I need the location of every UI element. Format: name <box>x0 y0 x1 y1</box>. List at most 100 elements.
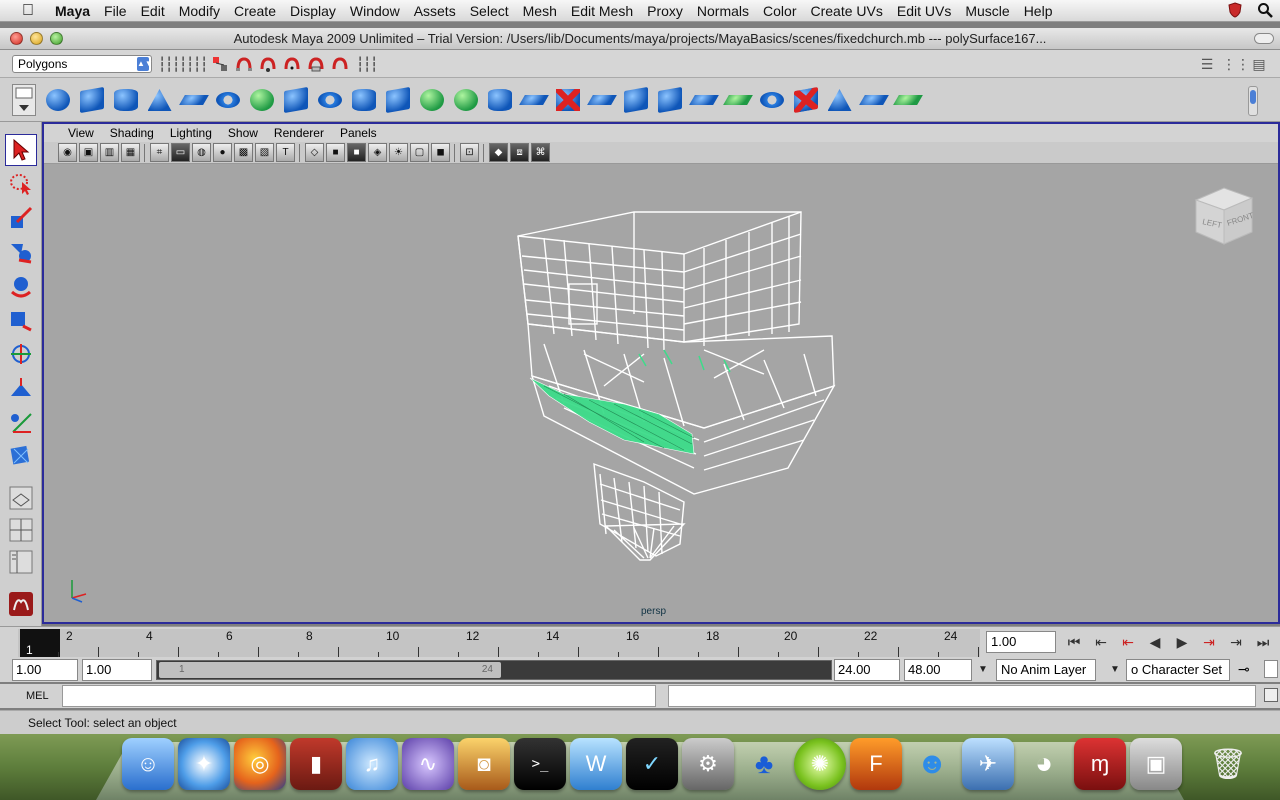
shield-icon[interactable] <box>1220 1 1250 21</box>
select-camera-icon[interactable]: ◉ <box>58 143 77 162</box>
offset-edge-loop-icon[interactable] <box>518 84 549 116</box>
bevel-icon[interactable] <box>552 84 583 116</box>
backface-culling-icon[interactable]: ⌘ <box>531 143 550 162</box>
collapse-tick-icon[interactable]: ┆ <box>165 56 173 72</box>
collapse-tick-icon[interactable]: ┆ <box>172 56 180 72</box>
use-all-lights-icon[interactable]: ☀ <box>389 143 408 162</box>
snap-live-icon[interactable] <box>330 54 350 74</box>
keep-faces-icon[interactable] <box>722 84 753 116</box>
gate-mask-icon[interactable]: ● <box>213 143 232 162</box>
poly-sphere-icon[interactable] <box>42 84 73 116</box>
mail-eagle-icon[interactable]: ✈ <box>962 738 1014 790</box>
mel-language-toggle[interactable]: MEL <box>26 690 49 702</box>
status-collapse-ticks[interactable]: ┆ ┆ ┆ ┆ ┆ ┆ ┆ <box>158 56 208 72</box>
menu-color[interactable]: Color <box>756 0 803 22</box>
command-input[interactable] <box>62 685 656 707</box>
film-gate-icon[interactable]: ▭ <box>171 143 190 162</box>
final-cut-icon[interactable]: ✓ <box>626 738 678 790</box>
field-chart-icon[interactable]: ▩ <box>234 143 253 162</box>
shadows-icon[interactable]: ▢ <box>410 143 429 162</box>
menu-window[interactable]: Window <box>343 0 407 22</box>
timeline-track[interactable]: 1 2 4 6 8 10 12 14 16 18 20 22 24 <box>18 629 980 657</box>
start-time-field[interactable]: 1.00 <box>12 659 78 681</box>
menu-file[interactable]: File <box>97 0 134 22</box>
panel-menu-show[interactable]: Show <box>220 126 266 140</box>
soft-modification-tool-button[interactable] <box>5 372 37 404</box>
bridge-icon[interactable] <box>382 84 413 116</box>
spotlight-search-icon[interactable] <box>1250 2 1280 21</box>
go-to-start-icon[interactable]: ⏮ <box>1062 631 1086 653</box>
snap-grid-icon[interactable] <box>234 54 254 74</box>
maya-dock-icon[interactable]: ɱ <box>1074 738 1126 790</box>
wedge-icon[interactable] <box>688 84 719 116</box>
view-cube[interactable]: LEFT FRONT <box>1190 182 1260 252</box>
character-set-dropdown[interactable]: o Character Set <box>1126 659 1230 681</box>
maya-logo-icon[interactable] <box>5 588 37 620</box>
menu-create[interactable]: Create <box>227 0 283 22</box>
collapse-tick-icon[interactable]: ┆ <box>158 56 166 72</box>
show-channel-box-icon[interactable]: ▤ <box>1248 54 1270 74</box>
menu-modify[interactable]: Modify <box>172 0 227 22</box>
plane-snap-icon[interactable] <box>858 84 889 116</box>
step-forward-frame-icon[interactable]: ⇥ <box>1224 631 1248 653</box>
current-time-field[interactable]: 1.00 <box>986 631 1056 653</box>
poly-plane-icon[interactable] <box>178 84 209 116</box>
split-icon[interactable] <box>450 84 481 116</box>
playback-end-field[interactable]: 24.00 <box>834 659 900 681</box>
xray-icon[interactable]: ◆ <box>489 143 508 162</box>
show-manipulator-tool-button[interactable] <box>5 406 37 438</box>
zoom-window-button[interactable] <box>50 32 63 45</box>
panel-menu-panels[interactable]: Panels <box>332 126 385 140</box>
perspective-viewport[interactable]: LEFT FRONT persp <box>44 164 1278 622</box>
play-backwards-icon[interactable]: ◀ <box>1143 631 1167 653</box>
step-forward-key-icon[interactable]: ⇥ <box>1197 631 1221 653</box>
script-editor-icon[interactable] <box>1264 688 1278 702</box>
merge-icon[interactable] <box>654 84 685 116</box>
poly-cylinder-icon[interactable] <box>110 84 141 116</box>
apple-menu-icon[interactable]:  <box>18 1 38 21</box>
collapse-tick-icon[interactable]: ┆ <box>363 56 371 72</box>
insert-edge-loop-icon[interactable] <box>484 84 515 116</box>
collapse-tick-icon[interactable]: ┆ <box>179 56 187 72</box>
delete-edge-icon[interactable] <box>586 84 617 116</box>
menu-edit-mesh[interactable]: Edit Mesh <box>564 0 640 22</box>
combine-icon[interactable] <box>246 84 277 116</box>
mirror-icon[interactable] <box>756 84 787 116</box>
go-to-end-icon[interactable]: ⏭ <box>1251 631 1275 653</box>
snap-point-icon[interactable] <box>282 54 302 74</box>
bookmarks-icon[interactable]: ▥ <box>100 143 119 162</box>
panel-menu-shading[interactable]: Shading <box>102 126 162 140</box>
system-preferences-icon[interactable]: ⚙ <box>682 738 734 790</box>
toolbar-toggle-button[interactable] <box>1254 33 1274 44</box>
select-hierarchy-icon[interactable] <box>210 54 230 74</box>
preview-icon[interactable]: ▣ <box>1130 738 1182 790</box>
status-collapse-ticks-2[interactable]: ┆ ┆ ┆ <box>356 56 378 72</box>
character-set-arrow-icon[interactable]: ▼ <box>1110 664 1120 675</box>
anim-layer-dropdown[interactable]: No Anim Layer <box>996 659 1096 681</box>
select-tool-button[interactable] <box>5 134 37 166</box>
grid-icon[interactable]: ⌗ <box>150 143 169 162</box>
range-bar[interactable]: 1 24 <box>156 660 832 680</box>
auto-key-icon[interactable]: ⊸ <box>1238 661 1250 678</box>
wireframe-on-shaded-icon[interactable]: ◈ <box>368 143 387 162</box>
menu-edit[interactable]: Edit <box>134 0 172 22</box>
safe-action-icon[interactable]: ▧ <box>255 143 274 162</box>
separate-icon[interactable] <box>280 84 311 116</box>
panel-menu-renderer[interactable]: Renderer <box>266 126 332 140</box>
resolution-gate-icon[interactable]: ◍ <box>192 143 211 162</box>
frog-app-icon[interactable]: ♣ <box>738 738 790 790</box>
snap-curve-icon[interactable] <box>258 54 278 74</box>
anim-layer-arrow-icon[interactable]: ▼ <box>978 664 988 675</box>
menu-normals[interactable]: Normals <box>690 0 756 22</box>
play-forwards-icon[interactable]: ▶ <box>1170 631 1194 653</box>
playback-start-field[interactable]: 1.00 <box>82 659 152 681</box>
extrude-icon[interactable] <box>348 84 379 116</box>
front-row-icon[interactable]: ∿ <box>402 738 454 790</box>
minimize-window-button[interactable] <box>30 32 43 45</box>
show-tool-settings-icon[interactable]: ⋮⋮ <box>1222 54 1250 74</box>
flat-shade-icon[interactable]: ■ <box>347 143 366 162</box>
outliner-layout-button[interactable] <box>5 546 37 578</box>
poly-cone-icon[interactable] <box>144 84 175 116</box>
panel-menu-lighting[interactable]: Lighting <box>162 126 220 140</box>
panel-menu-view[interactable]: View <box>60 126 102 140</box>
